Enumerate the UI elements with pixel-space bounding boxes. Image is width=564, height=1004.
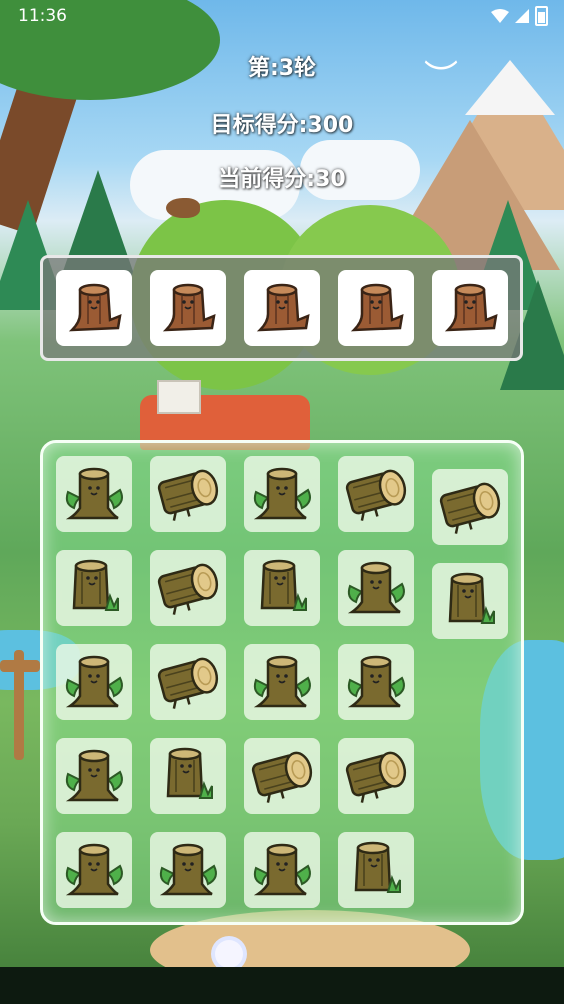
grass-stump-icon (436, 565, 504, 637)
target-score-label: 目标得分:300 (210, 113, 354, 138)
leafy-stump-icon (248, 646, 316, 718)
leafy-stump-icon (60, 740, 128, 812)
status-bar: 11:36 (0, 0, 564, 32)
board-tile[interactable] (150, 456, 226, 532)
leafy-stump-icon (342, 552, 410, 624)
tray-slot (244, 270, 320, 346)
brown-stump-icon (344, 274, 408, 342)
board-tile[interactable] (56, 456, 132, 532)
leafy-stump-icon (248, 458, 316, 530)
fence (14, 650, 24, 760)
board-tile[interactable] (56, 644, 132, 720)
tray-slot (150, 270, 226, 346)
log-icon (341, 744, 411, 808)
flower (215, 940, 243, 968)
slot-tray (40, 255, 523, 361)
board-tile[interactable] (338, 550, 414, 626)
leafy-stump-icon (60, 458, 128, 530)
brown-stump-icon (250, 274, 314, 342)
log-icon (341, 462, 411, 526)
slot-row (56, 270, 508, 346)
tray-slot (338, 270, 414, 346)
log-icon (153, 650, 223, 714)
tray-slot (432, 270, 508, 346)
leafy-stump-icon (342, 646, 410, 718)
board-tile[interactable] (56, 550, 132, 626)
brown-stump-icon (62, 274, 126, 342)
board-tile[interactable] (150, 644, 226, 720)
current-score-label: 当前得分:30 (218, 167, 346, 192)
board-tile[interactable] (244, 832, 320, 908)
log-icon (247, 744, 317, 808)
log-icon (153, 462, 223, 526)
tray-slot (56, 270, 132, 346)
brown-stump-icon (438, 274, 502, 342)
battery-icon (535, 6, 548, 26)
board-tile[interactable] (150, 832, 226, 908)
board-tile[interactable] (150, 738, 226, 814)
round-label: 第:3轮 (247, 56, 317, 81)
grass-stump-icon (60, 552, 128, 624)
status-icons (491, 6, 548, 26)
board-tile[interactable] (338, 644, 414, 720)
house-chimney (157, 380, 201, 414)
leafy-stump-icon (154, 834, 222, 906)
status-time: 11:36 (18, 6, 67, 26)
board-tile[interactable] (338, 456, 414, 532)
board-tile[interactable] (244, 738, 320, 814)
wifi-icon (491, 9, 509, 23)
board-tile[interactable] (150, 550, 226, 626)
navigation-bar (0, 967, 564, 1004)
grass-stump-icon (342, 834, 410, 906)
board-tile[interactable] (244, 550, 320, 626)
board-tile[interactable] (338, 832, 414, 908)
board-tile[interactable] (244, 644, 320, 720)
signal-icon (515, 9, 529, 23)
brown-stump-icon (156, 274, 220, 342)
leafy-stump-icon (248, 834, 316, 906)
board-tile[interactable] (244, 456, 320, 532)
board-tile[interactable] (56, 832, 132, 908)
log-icon (435, 475, 505, 539)
grass-stump-icon (248, 552, 316, 624)
board-tile[interactable] (56, 738, 132, 814)
board-tile[interactable] (432, 469, 508, 545)
leafy-stump-icon (60, 646, 128, 718)
sparrow (166, 198, 200, 218)
game-board (40, 440, 524, 925)
board-tile[interactable] (432, 563, 508, 639)
log-icon (153, 556, 223, 620)
leafy-stump-icon (60, 834, 128, 906)
grass-stump-icon (154, 740, 222, 812)
board-tile[interactable] (338, 738, 414, 814)
